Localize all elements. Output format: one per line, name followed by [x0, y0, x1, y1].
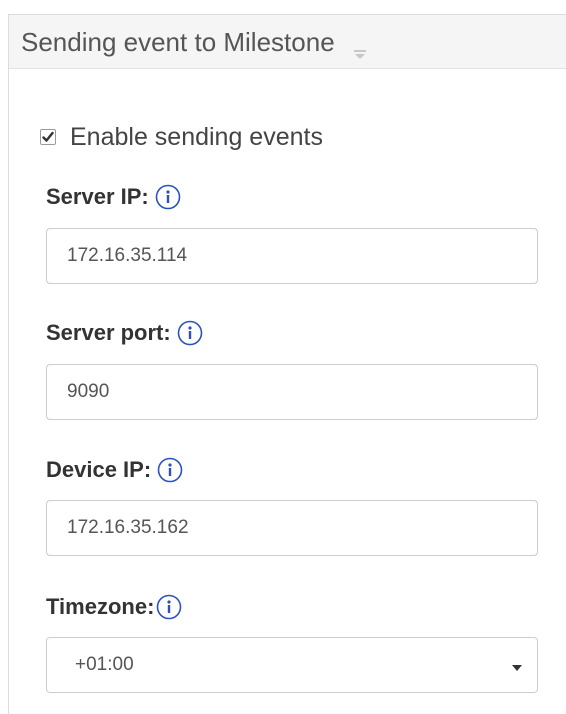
server-ip-label: Server IP:: [46, 184, 149, 209]
enable-sending-checkbox[interactable]: [40, 129, 56, 145]
enable-sending-row[interactable]: Enable sending events: [40, 120, 323, 154]
timezone-label: Timezone:: [46, 594, 155, 619]
dropdown-arrow-icon[interactable]: [511, 660, 523, 671]
timezone-label-row: Timezone:: [46, 594, 182, 620]
server-ip-input[interactable]: [46, 228, 538, 284]
panel-header[interactable]: Sending event to Milestone: [9, 15, 566, 69]
server-port-input[interactable]: [46, 364, 538, 420]
info-icon[interactable]: [155, 184, 181, 210]
section-title: Sending event to Milestone: [21, 27, 335, 57]
panel-title[interactable]: Sending event to Milestone: [21, 27, 368, 60]
device-ip-label: Device IP:: [46, 457, 152, 482]
timezone-selected-value: +01:00: [75, 654, 134, 675]
info-icon[interactable]: [177, 320, 203, 346]
caret-down-icon[interactable]: [352, 36, 368, 60]
server-port-label-row: Server port:: [46, 320, 203, 346]
info-icon[interactable]: [157, 457, 183, 483]
enable-sending-label: Enable sending events: [70, 122, 323, 151]
server-ip-label-row: Server IP:: [46, 184, 181, 210]
timezone-select[interactable]: +01:00: [46, 637, 538, 693]
device-ip-label-row: Device IP:: [46, 457, 183, 483]
checkmark-icon: [42, 131, 54, 142]
server-port-label: Server port:: [46, 320, 171, 345]
device-ip-input[interactable]: [46, 500, 538, 556]
info-icon[interactable]: [156, 594, 182, 620]
